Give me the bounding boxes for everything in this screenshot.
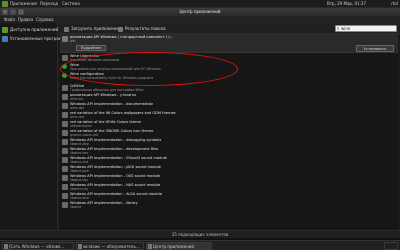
taskbar-item-active[interactable]: Центр приложений <box>146 242 212 250</box>
package-icon <box>62 175 68 181</box>
package-icon <box>62 112 68 118</box>
annotation-ellipse <box>60 52 238 86</box>
list-item[interactable]: Windows API implementation - library libw… <box>60 201 398 209</box>
back-icon <box>64 26 69 32</box>
menu-edit[interactable]: Правка <box>18 16 33 23</box>
list-item[interactable]: Windows API implementation - NAS sound m… <box>60 183 398 191</box>
search-icon: ⚲ <box>336 26 340 31</box>
install-button[interactable]: Установить <box>356 45 394 52</box>
list-item[interactable]: Windows API implementation - documentati… <box>60 102 398 110</box>
sidebar-item-installed[interactable]: Установленные программ <box>2 35 65 43</box>
results-list[interactable]: реализация API Windows ( стандартный ком… <box>60 34 398 234</box>
list-item[interactable]: Windows API implementation - ESounD soun… <box>60 156 398 164</box>
distro-logo-icon[interactable] <box>2 1 8 7</box>
list-item[interactable]: Windows API implementation - debugging s… <box>60 138 398 146</box>
menu-system[interactable]: Система <box>62 0 80 8</box>
package-desc: win <box>70 39 76 43</box>
installed-apps-icon <box>2 36 8 42</box>
window-titlebar[interactable]: × – □ Центр приложений <box>0 8 400 16</box>
package-icon <box>62 103 68 109</box>
folder-icon <box>78 244 82 249</box>
list-item[interactable]: Windows API implementation - ALSA sound … <box>60 192 398 200</box>
more-info-button[interactable]: Подробнее <box>76 45 106 51</box>
package-icon <box>62 139 68 145</box>
menu-places[interactable]: Переход <box>40 0 58 8</box>
close-icon[interactable]: × <box>2 9 8 15</box>
sidebar-item-available[interactable]: Доступно приложений <box>2 26 59 34</box>
taskbar-item[interactable]: [Сеть Windows — обзове... <box>2 242 74 250</box>
maximize-icon[interactable]: □ <box>18 9 24 15</box>
user-menu[interactable]: rtol <box>391 0 398 8</box>
package-icon <box>62 202 68 208</box>
sidebar: Доступно приложений Установленные програ… <box>0 23 65 238</box>
back-button[interactable]: Загрузить приложения <box>64 24 120 33</box>
selected-package-row[interactable]: реализация API Windows ( стандартный ком… <box>60 34 398 53</box>
sidebar-item-label: Доступно приложений <box>10 27 59 32</box>
package-name: реализация API Windows ( стандартный ком… <box>70 35 174 39</box>
package-icon <box>62 184 68 190</box>
menu-help[interactable]: Справка <box>36 16 54 23</box>
package-icon <box>62 148 68 154</box>
package-icon <box>62 193 68 199</box>
package-icon <box>62 36 68 42</box>
package-icon <box>62 94 68 100</box>
menubar: Файл Правка Справка <box>0 16 400 23</box>
available-apps-icon <box>2 27 8 33</box>
minimize-icon[interactable]: – <box>10 9 16 15</box>
package-icon <box>62 157 68 163</box>
search-input[interactable]: ⚲ wine <box>335 25 397 32</box>
list-item[interactable]: red variation of the XFdle Colors theme x… <box>60 120 398 128</box>
status-bar: 35 подходящих элементов <box>0 230 400 238</box>
list-item[interactable]: Windows API implementation - OSS sound m… <box>60 174 398 182</box>
trash-icon[interactable] <box>384 242 398 250</box>
wine-uninstaller-icon <box>62 55 68 61</box>
list-item[interactable]: Windows API implementation - JACK sound … <box>60 165 398 173</box>
top-panel: Приложения Переход Система Втр, 29 Мар, … <box>0 0 400 8</box>
menu-file[interactable]: Файл <box>4 16 15 23</box>
taskbar-item[interactable]: windows — обозреватель... <box>76 242 144 250</box>
search-results-breadcrumb[interactable]: Результаты поиска <box>118 24 166 33</box>
breadcrumb-icon <box>118 26 123 32</box>
package-icon <box>62 130 68 136</box>
window-title: Центр приложений <box>179 9 221 14</box>
clock[interactable]: Втр, 29 Мар, 01:37 <box>327 0 366 8</box>
package-icon <box>62 166 68 172</box>
list-item[interactable]: red variation of the GNOME-Colors icon t… <box>60 129 398 137</box>
list-item[interactable]: Windows API implementation - development… <box>60 147 398 155</box>
sidebar-item-label: Установленные программ <box>10 36 65 41</box>
package-icon <box>62 121 68 127</box>
folder-icon <box>4 244 8 249</box>
menu-applications[interactable]: Приложения <box>10 0 37 8</box>
bottom-panel: [Сеть Windows — обзове... windows — обоз… <box>0 240 400 250</box>
package-icon <box>62 85 68 91</box>
software-center-icon <box>148 244 152 249</box>
list-item[interactable]: Q4Wine Графическая оболочка для настройки… <box>60 84 398 92</box>
results-count: 35 подходящих элементов <box>171 232 229 237</box>
list-item[interactable]: red variation of the Wi-Colors wallpaper… <box>60 111 398 119</box>
list-item[interactable]: реализация API Windows - утилиты wine-bin <box>60 93 398 101</box>
